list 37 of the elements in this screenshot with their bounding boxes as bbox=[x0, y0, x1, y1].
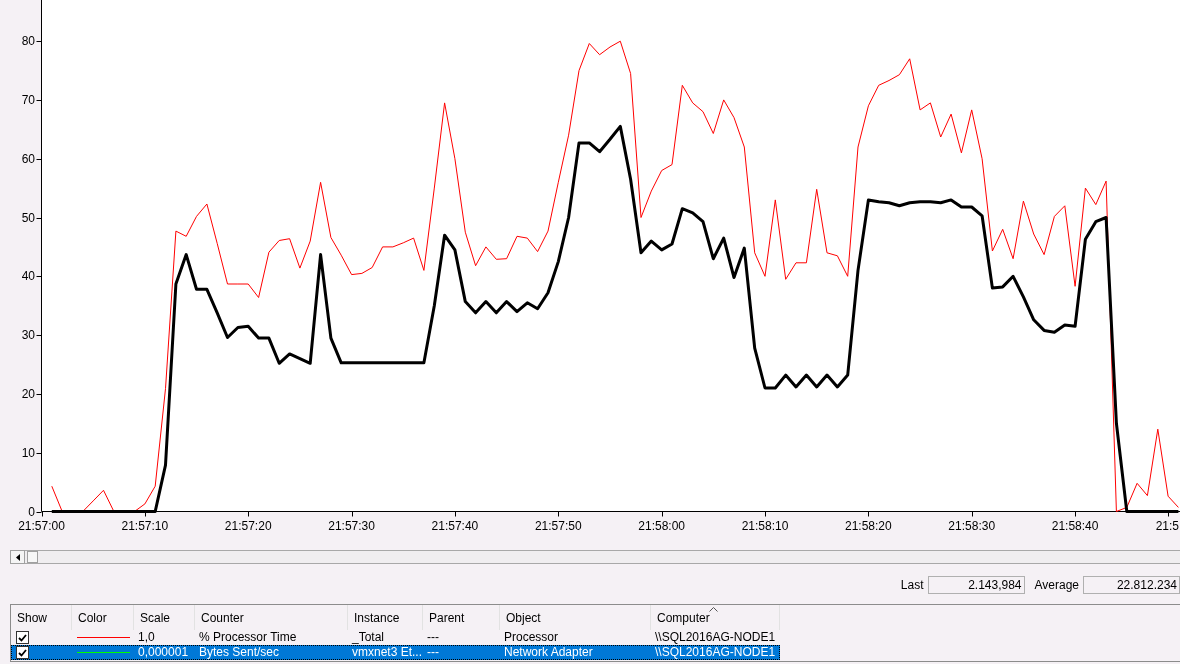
x-axis-label: 21:57:50 bbox=[534, 519, 582, 533]
table-cell-text: _Total bbox=[352, 630, 385, 645]
table-cell-text: Processor bbox=[504, 630, 559, 645]
table-cell-text: % Processor Time bbox=[199, 630, 297, 645]
x-axis-label: 21:57:30 bbox=[328, 519, 375, 533]
stat-value-field: 2.143,984 bbox=[927, 576, 1025, 594]
table-cell-text: --- bbox=[427, 630, 439, 645]
table-cell-text: Bytes Sent/sec bbox=[199, 645, 280, 660]
table-cell-text: \\SQL2016AG-NODE1 bbox=[655, 630, 776, 645]
y-axis-label: 10 bbox=[21, 445, 35, 460]
y-axis-label: 50 bbox=[21, 210, 35, 225]
x-axis-label: 21:58:10 bbox=[741, 519, 789, 533]
x-axis-label: 21:58:30 bbox=[948, 519, 996, 533]
y-axis-label: 0 bbox=[28, 504, 35, 519]
stat-value-field: 22.812.234 bbox=[1083, 576, 1180, 594]
stat-label: Last bbox=[900, 577, 924, 594]
y-axis-label: 80 bbox=[21, 34, 35, 49]
x-axis-label: 21:5 bbox=[1155, 519, 1179, 533]
y-axis-label: 20 bbox=[21, 386, 35, 401]
table-cell-text: 0,000001 bbox=[138, 645, 189, 660]
x-axis-label: 21:57:10 bbox=[121, 519, 169, 533]
x-axis-label: 21:58:00 bbox=[638, 519, 685, 533]
x-axis-label: 21:58:40 bbox=[1051, 519, 1099, 533]
x-axis-label: 21:58:20 bbox=[845, 519, 892, 533]
x-axis-label: 21:57:20 bbox=[224, 519, 272, 533]
y-axis-label: 60 bbox=[21, 151, 35, 166]
table-cell-text: \\SQL2016AG-NODE1 bbox=[655, 645, 776, 660]
table-cell-text: --- bbox=[427, 645, 439, 660]
x-axis-label: 21:57:40 bbox=[431, 519, 479, 533]
stat-label: Average bbox=[1034, 577, 1079, 594]
table-cell-text: vmxnet3 Et... bbox=[352, 645, 423, 660]
y-axis-label: 30 bbox=[21, 328, 35, 343]
table-cell-text: 1,0 bbox=[138, 630, 155, 645]
x-axis-label: 21:57:00 bbox=[18, 519, 65, 533]
y-axis-label: 70 bbox=[21, 92, 35, 107]
y-axis-label: 40 bbox=[21, 269, 35, 284]
table-cell-text: Network Adapter bbox=[504, 645, 593, 660]
